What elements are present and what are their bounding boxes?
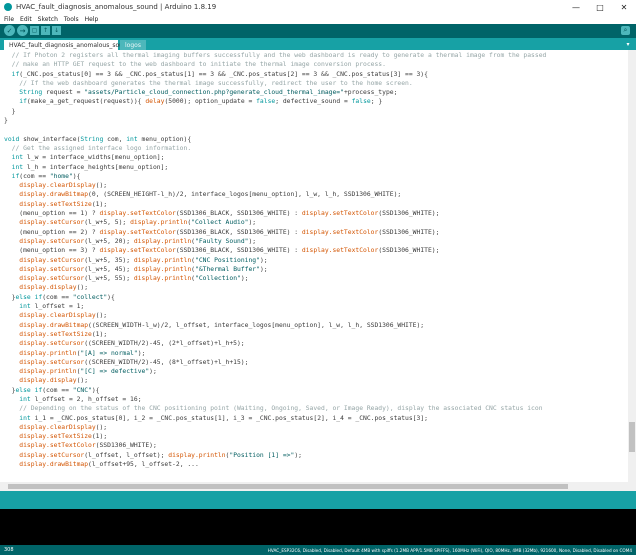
menu-help[interactable]: Help bbox=[85, 16, 99, 23]
code-line[interactable]: display.setCursor((SCREEN_WIDTH/2)-45, (… bbox=[4, 340, 244, 347]
tab-logos[interactable]: logos bbox=[120, 40, 146, 50]
close-icon[interactable]: ✕ bbox=[612, 0, 636, 14]
code-line[interactable]: display.clearDisplay(); bbox=[4, 182, 107, 189]
code-line[interactable]: String request = "assets/Particle_cloud_… bbox=[4, 89, 397, 96]
code-line[interactable]: // If the web dashboard generates the th… bbox=[4, 80, 412, 87]
code-line[interactable]: display.println("[C] => defective"); bbox=[4, 368, 157, 375]
code-editor[interactable]: // If Photon 2 registers all thermal ima… bbox=[0, 50, 628, 482]
code-line[interactable]: display.drawBitmap(0, (SCREEN_HEIGHT-l_h… bbox=[4, 191, 401, 198]
code-line[interactable]: if(_CNC.pos_status[0] == 3 && _CNC.pos_s… bbox=[4, 71, 428, 78]
code-line[interactable]: int l_offset = 1; bbox=[4, 303, 84, 310]
code-line[interactable]: display.display(); bbox=[4, 377, 88, 384]
new-sketch-icon[interactable]: ▢ bbox=[30, 26, 39, 35]
status-bar: 308 HVAC_ESP32C6, Disabled, Disabled, De… bbox=[0, 545, 636, 555]
open-sketch-icon[interactable]: ↑ bbox=[41, 26, 50, 35]
upload-icon[interactable]: → bbox=[17, 25, 28, 36]
code-line[interactable]: display.println("[A] => normal"); bbox=[4, 350, 145, 357]
message-bar bbox=[0, 491, 636, 509]
code-line[interactable]: display.setCursor(l_w+5, 20); display.pr… bbox=[4, 238, 256, 245]
menu-tools[interactable]: Tools bbox=[64, 16, 79, 23]
code-line[interactable]: (menu_option == 3) ? display.setTextColo… bbox=[4, 247, 439, 254]
code-line[interactable]: display.drawBitmap((SCREEN_WIDTH-l_w)/2,… bbox=[4, 322, 424, 329]
window-controls: — □ ✕ bbox=[564, 0, 636, 14]
window-title: HVAC_fault_diagnosis_anomalous_sound | A… bbox=[16, 3, 217, 11]
code-line[interactable]: } bbox=[4, 117, 8, 124]
serial-monitor-icon[interactable]: ⌕ bbox=[621, 26, 630, 35]
verify-icon[interactable]: ✓ bbox=[4, 25, 15, 36]
code-line[interactable]: display.setCursor(l_offset, l_offset); d… bbox=[4, 452, 302, 459]
code-line[interactable]: display.setTextSize(1); bbox=[4, 433, 107, 440]
code-line[interactable]: } bbox=[4, 108, 16, 115]
line-number: 308 bbox=[4, 547, 14, 553]
tab-menu-dropdown-icon[interactable]: ▾ bbox=[624, 40, 632, 48]
code-line[interactable]: if(com == "home"){ bbox=[4, 173, 81, 180]
menu-file[interactable]: File bbox=[4, 16, 14, 23]
vertical-scroll-thumb[interactable] bbox=[629, 422, 635, 452]
code-line[interactable]: int l_offset = 2, h_offset = 16; bbox=[4, 396, 141, 403]
arduino-logo-icon bbox=[4, 3, 12, 11]
menu-edit[interactable]: Edit bbox=[20, 16, 32, 23]
code-line[interactable]: display.drawBitmap(l_offset+95, l_offset… bbox=[4, 461, 199, 468]
tab-main-sketch[interactable]: HVAC_fault_diagnosis_anomalous_sound bbox=[4, 40, 131, 50]
code-line[interactable]: // Get the assigned interface logo infor… bbox=[4, 145, 192, 152]
code-line[interactable]: display.clearDisplay(); bbox=[4, 312, 107, 319]
code-line[interactable]: int i_1 = _CNC.pos_status[0], i_2 = _CNC… bbox=[4, 415, 428, 422]
minimize-icon[interactable]: — bbox=[564, 0, 588, 14]
code-line[interactable]: }else if(com == "CNC"){ bbox=[4, 387, 100, 394]
code-line[interactable]: display.setCursor(l_w+5, 5); display.pri… bbox=[4, 219, 256, 226]
menu-sketch[interactable]: Sketch bbox=[38, 16, 58, 23]
horizontal-scroll-thumb[interactable] bbox=[8, 484, 568, 489]
code-line[interactable]: void show_interface(String com, int menu… bbox=[4, 136, 191, 143]
output-console bbox=[0, 509, 636, 545]
maximize-icon[interactable]: □ bbox=[588, 0, 612, 14]
code-line[interactable]: if(make_a_get_request(request)){ delay(5… bbox=[4, 98, 382, 105]
code-line[interactable]: // Depending on the status of the CNC po… bbox=[4, 405, 542, 412]
vertical-scrollbar[interactable] bbox=[628, 50, 636, 482]
code-line[interactable]: // make an HTTP GET request to the web d… bbox=[4, 61, 386, 68]
code-line[interactable]: display.setTextColor(SSD1306_WHITE); bbox=[4, 442, 157, 449]
horizontal-scrollbar[interactable] bbox=[0, 482, 636, 491]
code-line[interactable]: display.setCursor((SCREEN_WIDTH/2)-45, (… bbox=[4, 359, 248, 366]
code-line[interactable]: int l_w = interface_widths[menu_option]; bbox=[4, 154, 165, 161]
toolbar: ✓ → ▢ ↑ ↓ ⌕ bbox=[0, 24, 636, 38]
code-line[interactable]: display.setCursor(l_w+5, 35); display.pr… bbox=[4, 257, 267, 264]
code-line[interactable]: (menu_option == 2) ? display.setTextColo… bbox=[4, 229, 439, 236]
code-line[interactable]: display.setCursor(l_w+5, 55); display.pr… bbox=[4, 275, 248, 282]
menu-bar: File Edit Sketch Tools Help bbox=[0, 14, 636, 24]
code-line[interactable]: }else if(com == "collect"){ bbox=[4, 294, 115, 301]
code-line[interactable]: display.setTextSize(1); bbox=[4, 201, 107, 208]
code-line[interactable]: display.clearDisplay(); bbox=[4, 424, 107, 431]
save-sketch-icon[interactable]: ↓ bbox=[52, 26, 61, 35]
code-text[interactable]: // If Photon 2 registers all thermal ima… bbox=[0, 50, 628, 469]
code-line[interactable]: // If Photon 2 registers all thermal ima… bbox=[4, 52, 547, 59]
code-line[interactable]: display.setTextSize(1); bbox=[4, 331, 107, 338]
code-line[interactable]: int l_h = interface_heights[menu_option]… bbox=[4, 164, 169, 171]
code-line[interactable]: display.display(); bbox=[4, 284, 88, 291]
code-line[interactable]: (menu_option == 1) ? display.setTextColo… bbox=[4, 210, 439, 217]
code-line[interactable]: display.setCursor(l_w+5, 45); display.pr… bbox=[4, 266, 267, 273]
title-bar: HVAC_fault_diagnosis_anomalous_sound | A… bbox=[0, 0, 636, 14]
tab-bar: HVAC_fault_diagnosis_anomalous_sound log… bbox=[0, 38, 636, 50]
board-info: HVAC_ESP32C6, Disabled, Disabled, Defaul… bbox=[267, 548, 632, 553]
